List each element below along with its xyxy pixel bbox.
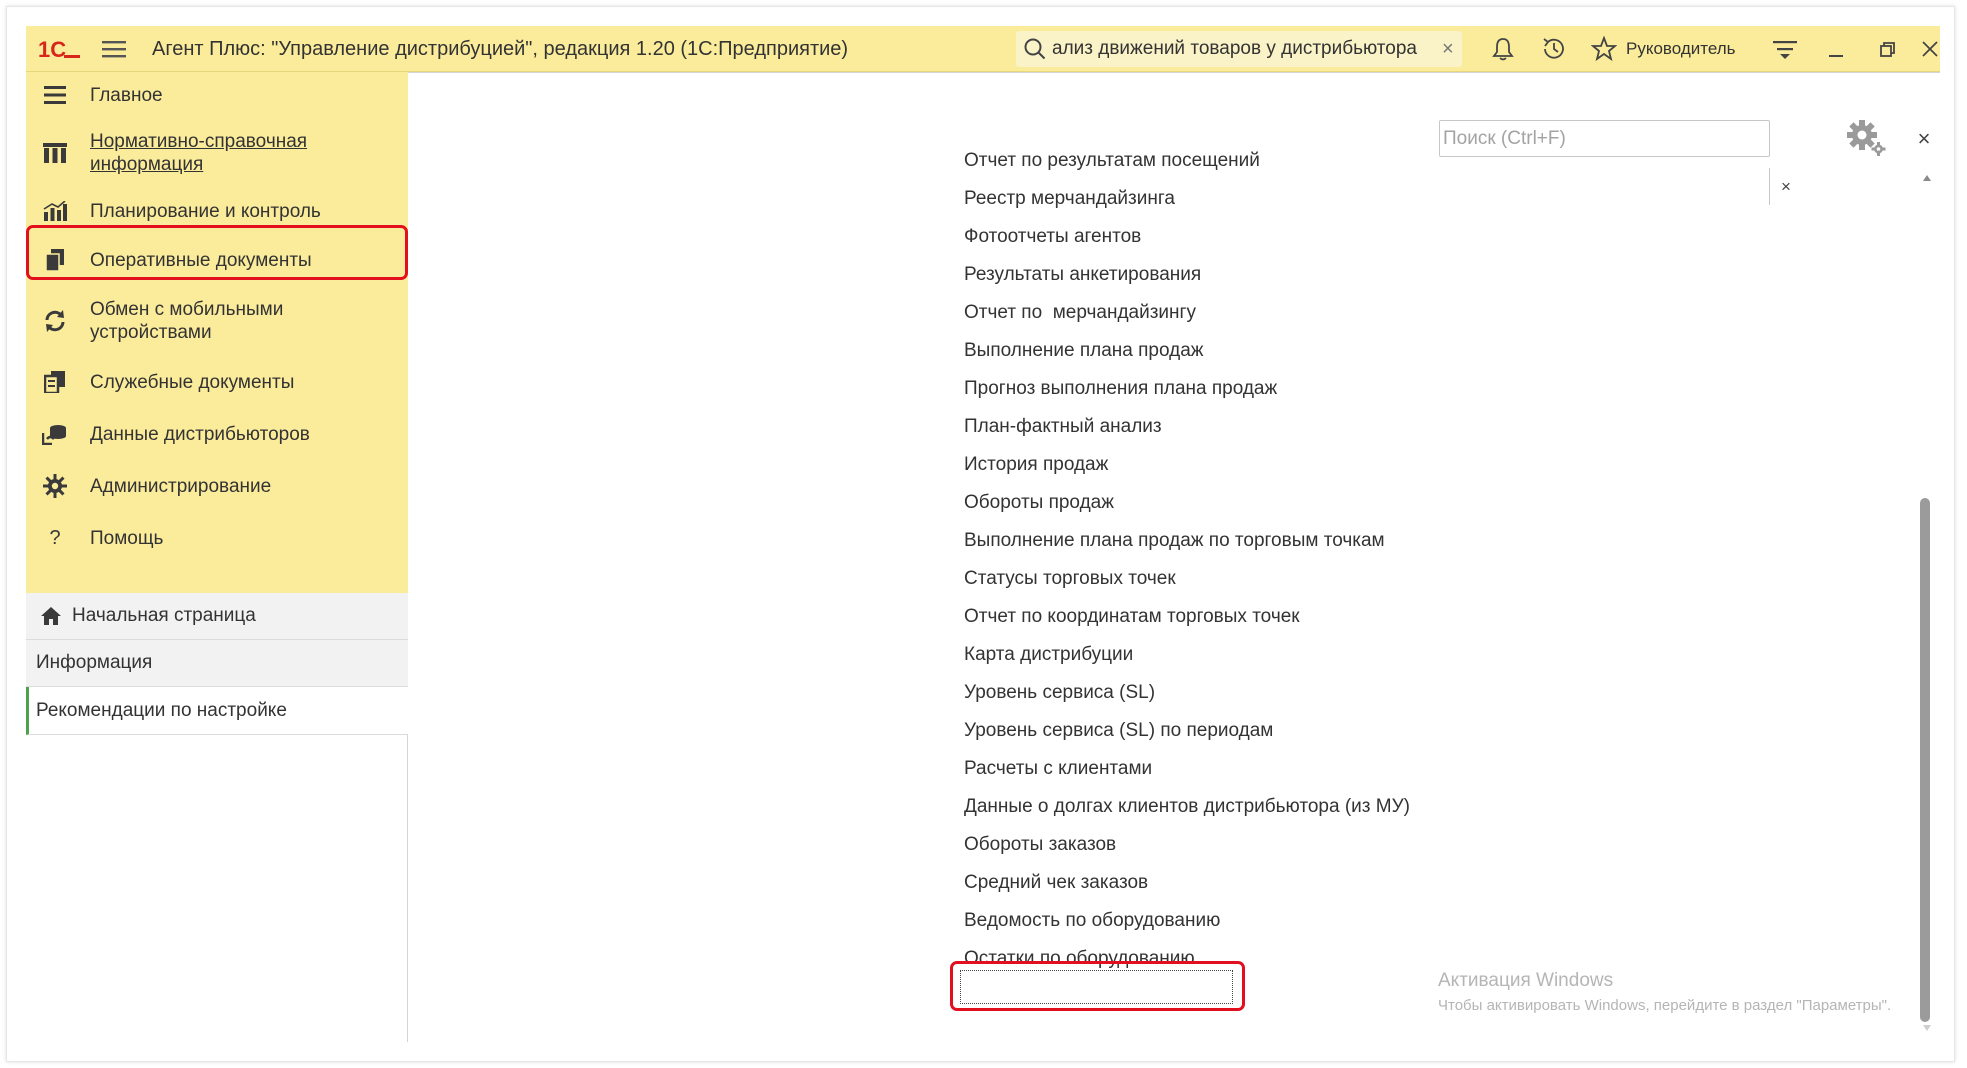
report-link[interactable]: Средний чек заказов xyxy=(964,871,1148,895)
report-link[interactable]: Прогноз выполнения плана продаж xyxy=(964,377,1277,401)
nav-item-label: Нормативно-справочная информация xyxy=(90,131,308,175)
section-home-page[interactable]: Начальная страница xyxy=(26,593,408,640)
windows-activation-watermark: Активация Windows Чтобы активировать Win… xyxy=(1438,970,1891,1014)
bell-icon[interactable] xyxy=(1485,26,1521,72)
functions-menu-icon[interactable] xyxy=(1767,26,1803,72)
section-label: Начальная страница xyxy=(72,605,256,626)
sidebar: Главное Нормативно-справочная информация… xyxy=(26,72,408,1042)
report-link[interactable]: Уровень сервиса (SL) по периодам xyxy=(964,719,1273,743)
nav-item-label: Служебные документы xyxy=(90,371,295,393)
nav-item-help[interactable]: ? Помощь xyxy=(26,512,408,564)
history-icon[interactable] xyxy=(1536,26,1572,72)
report-link[interactable]: Отчет по мерчандайзингу xyxy=(964,301,1196,325)
report-link[interactable]: Уровень сервиса (SL) xyxy=(964,681,1155,705)
nav-item-label: Администрирование xyxy=(90,475,272,497)
main-menu-icon[interactable] xyxy=(102,26,132,72)
nav-item-administration[interactable]: Администрирование xyxy=(26,460,408,512)
app-title: Агент Плюс: "Управление дистрибуцией", р… xyxy=(152,37,849,60)
nav-item-service-documents[interactable]: Служебные документы xyxy=(26,356,408,408)
restore-icon[interactable] xyxy=(1869,26,1905,72)
highlight-frame-planning xyxy=(26,225,408,280)
report-link[interactable]: Отчет по результатам посещений xyxy=(964,149,1260,173)
report-link[interactable]: Обороты продаж xyxy=(964,491,1114,515)
report-link-selected[interactable]: Ведомость по оборудованию xyxy=(964,909,1220,933)
report-link[interactable]: Реестр мерчандайзинга xyxy=(964,187,1175,211)
section-setup-recommendations[interactable]: Рекомендации по настройке xyxy=(26,687,408,735)
report-link[interactable]: Выполнение плана продаж xyxy=(964,339,1204,363)
svg-text:1С: 1С xyxy=(38,37,66,61)
search-icon xyxy=(1024,38,1046,60)
report-link[interactable]: Расчеты с клиентами xyxy=(964,757,1152,781)
nav-item-label: Помощь xyxy=(90,527,164,549)
nav-item-label: Главное xyxy=(90,84,163,106)
report-link[interactable]: Обороты заказов xyxy=(964,833,1116,857)
nav-item-mobile-exchange[interactable]: Обмен с мобильными устройствами xyxy=(26,286,408,356)
reports-panel: × × Отчет по результатам посещений Реестр… xyxy=(408,72,1940,1042)
star-icon[interactable] xyxy=(1586,26,1622,72)
report-link[interactable]: Статусы торговых точек xyxy=(964,567,1176,591)
report-link[interactable]: Выполнение плана продаж по торговым точк… xyxy=(964,529,1385,553)
service-documents-icon xyxy=(41,368,69,396)
menu-list-icon xyxy=(41,81,69,109)
panel-search-input[interactable] xyxy=(1443,125,1698,152)
section-information[interactable]: Информация xyxy=(26,640,408,687)
scrollbar-thumb[interactable] xyxy=(1920,498,1930,1022)
section-label: Информация xyxy=(36,652,153,673)
watermark-title: Активация Windows xyxy=(1438,970,1614,991)
sync-icon xyxy=(41,307,69,335)
close-panel-icon[interactable]: × xyxy=(1908,123,1940,155)
report-link[interactable]: Отчет по координатам торговых точек xyxy=(964,605,1300,629)
nav-item-label: Данные дистрибьюторов xyxy=(90,423,310,445)
global-search-field[interactable]: ализ движений товаров у дистрибьютора × xyxy=(1016,31,1462,67)
distributor-data-icon xyxy=(41,420,69,448)
home-icon xyxy=(40,606,62,626)
clear-search-icon[interactable]: × xyxy=(1442,38,1454,61)
user-name[interactable]: Руководитель xyxy=(1626,26,1736,72)
clear-icon[interactable]: × xyxy=(1769,168,1802,205)
close-window-icon[interactable] xyxy=(1919,26,1940,72)
report-link[interactable]: План-фактный анализ xyxy=(964,415,1162,439)
report-link[interactable]: История продаж xyxy=(964,453,1108,477)
settings-gear-icon[interactable] xyxy=(1843,117,1889,161)
title-bar: 1С Агент Плюс: "Управление дистрибуцией"… xyxy=(26,26,1940,72)
highlight-frame-selected-report xyxy=(950,961,1245,1011)
gear-icon xyxy=(41,472,69,500)
nav-item-label: Планирование и контроль xyxy=(90,200,321,222)
minimize-icon[interactable] xyxy=(1818,26,1854,72)
report-link[interactable]: Фотоотчеты агентов xyxy=(964,225,1141,249)
watermark-subtitle: Чтобы активировать Windows, перейдите в … xyxy=(1438,997,1892,1014)
question-icon: ? xyxy=(49,526,61,549)
nav-item-label: Обмен с мобильными устройствами xyxy=(90,299,284,343)
nav-item-distributor-data[interactable]: Данные дистрибьюторов xyxy=(26,408,408,460)
panel-search-field[interactable]: × xyxy=(1439,120,1791,205)
logo-1c-icon[interactable]: 1С xyxy=(38,26,84,72)
catalog-icon xyxy=(41,139,69,167)
bar-chart-icon xyxy=(41,197,69,225)
section-label: Рекомендации по настройке xyxy=(36,699,287,721)
report-link[interactable]: Результаты анкетирования xyxy=(964,263,1201,287)
nav-item-catalogs[interactable]: Нормативно-справочная информация xyxy=(26,118,408,188)
report-link[interactable]: Данные о долгах клиентов дистрибьютора (… xyxy=(964,795,1410,819)
global-search-text: ализ движений товаров у дистрибьютора xyxy=(1052,38,1417,59)
sections-panel: Главное Нормативно-справочная информация… xyxy=(26,72,408,593)
report-link[interactable]: Карта дистрибуции xyxy=(964,643,1133,667)
nav-item-main[interactable]: Главное xyxy=(26,72,408,118)
app-window: 1С Агент Плюс: "Управление дистрибуцией"… xyxy=(26,26,1940,1042)
